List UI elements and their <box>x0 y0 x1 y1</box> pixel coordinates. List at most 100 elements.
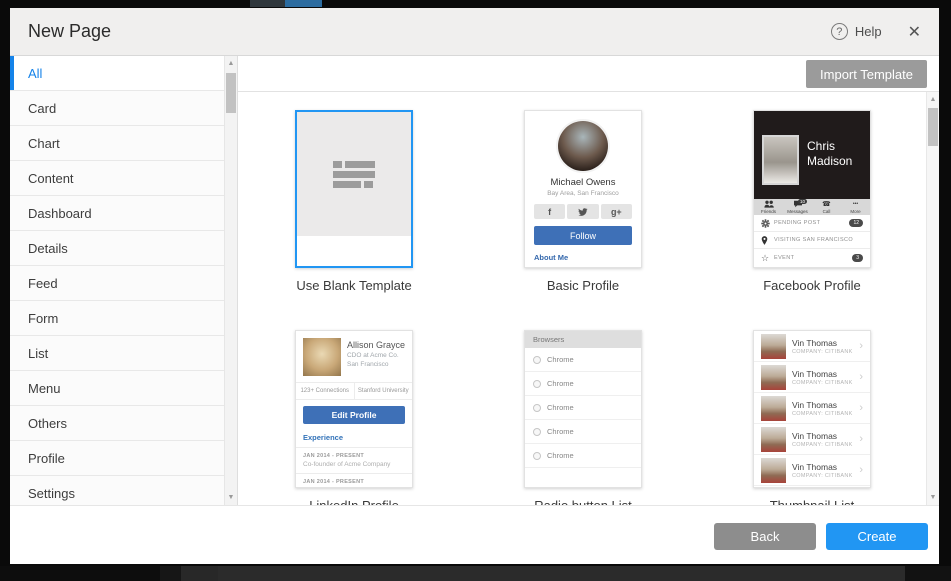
dialog-footer: Back Create <box>10 505 939 564</box>
profile-name: Chris Madison <box>807 139 867 169</box>
background-app-fragment <box>160 566 181 581</box>
avatar <box>761 458 786 483</box>
friends-icon <box>764 201 774 208</box>
sidebar-item-list[interactable]: List <box>10 336 224 371</box>
sidebar-scrollbar[interactable]: ▲ ▼ <box>224 56 237 505</box>
profile-name: Allison Grayce <box>347 340 405 350</box>
dialog-header: New Page ? Help ✕ <box>10 8 939 56</box>
template-label: LinkedIn Profile <box>295 498 413 505</box>
avatar <box>761 427 786 452</box>
profile-location: Bay Area, San Francisco <box>525 190 641 197</box>
avatar <box>558 121 608 171</box>
create-button[interactable]: Create <box>826 523 928 550</box>
template-card-thumbnail-list[interactable]: Vin ThomasCOMPANY: CITIBANK› Vin ThomasC… <box>753 330 871 488</box>
scroll-up-icon[interactable]: ▲ <box>927 96 939 103</box>
profile-photo <box>303 338 341 376</box>
list-item: Vin ThomasCOMPANY: CITIBANK› <box>754 424 870 455</box>
sidebar-item-profile[interactable]: Profile <box>10 441 224 476</box>
radio-icon <box>533 428 541 436</box>
sidebar-item-form[interactable]: Form <box>10 301 224 336</box>
background-app-fragment <box>181 566 218 581</box>
scroll-down-icon[interactable]: ▼ <box>225 494 237 501</box>
template-label: Radio button List <box>524 498 642 505</box>
background-app-fragment <box>0 566 160 581</box>
template-gallery: Import Template <box>238 56 939 505</box>
profile-photo <box>762 135 799 185</box>
template-grid: Use Blank Template Michael Owens Bay Are… <box>238 92 926 505</box>
experience-date: JAN 2014 - PRESENT <box>296 448 412 459</box>
sidebar-item-settings[interactable]: Settings <box>10 476 224 505</box>
scroll-up-icon[interactable]: ▲ <box>225 60 237 67</box>
call-icon: ☎ <box>822 201 831 208</box>
wireframe-icon <box>333 161 375 188</box>
avatar <box>761 396 786 421</box>
background-app-fragment <box>250 0 285 7</box>
sidebar-item-others[interactable]: Others <box>10 406 224 441</box>
gallery-scrollbar-thumb[interactable] <box>928 108 938 146</box>
sidebar-scrollbar-thumb[interactable] <box>226 73 236 113</box>
gallery-toolbar: Import Template <box>238 56 939 92</box>
radio-icon <box>533 404 541 412</box>
scroll-down-icon[interactable]: ▼ <box>927 494 939 501</box>
blank-preview <box>297 112 411 236</box>
radio-icon <box>533 380 541 388</box>
background-app-fragment <box>285 0 322 7</box>
template-label: Thumbnail List <box>753 498 871 505</box>
list-header: Browsers <box>525 331 641 348</box>
sidebar-item-details[interactable]: Details <box>10 231 224 266</box>
chevron-right-icon: › <box>859 433 863 445</box>
category-sidebar: All Card Chart Content Dashboard Details… <box>10 56 238 505</box>
profile-role: CDO at Acme Co. <box>347 352 405 359</box>
chevron-right-icon: › <box>859 340 863 352</box>
template-card-blank[interactable] <box>295 110 413 268</box>
avatar <box>761 334 786 359</box>
template-card-basic-profile[interactable]: Michael Owens Bay Area, San Francisco f … <box>524 110 642 268</box>
sidebar-item-card[interactable]: Card <box>10 91 224 126</box>
template-label: Basic Profile <box>524 278 642 294</box>
back-button[interactable]: Back <box>714 523 816 550</box>
star-icon: ☆ <box>761 254 771 262</box>
more-action: ••• More <box>841 199 870 215</box>
template-card-facebook-profile[interactable]: Chris Madison Friends <box>753 110 871 268</box>
list-item: Vin ThomasCOMPANY: CITIBANK› <box>754 455 870 486</box>
category-list: All Card Chart Content Dashboard Details… <box>10 56 224 505</box>
event-row: ☆ EVENT 3 <box>754 249 870 266</box>
experience-role: Co-founder of Acme Company <box>296 459 412 474</box>
page-title: New Page <box>28 21 111 42</box>
visiting-row: VISITING SAN FRANCISCO <box>754 232 870 249</box>
close-icon[interactable]: ✕ <box>908 22 921 42</box>
google-plus-icon: g+ <box>601 204 632 219</box>
help-icon[interactable]: ? <box>831 23 848 40</box>
template-label: Facebook Profile <box>753 278 871 294</box>
experience-date: JAN 2014 - PRESENT <box>296 474 412 485</box>
follow-button: Follow <box>534 226 632 245</box>
list-item: Chrome <box>525 420 641 444</box>
sidebar-item-all[interactable]: All <box>10 56 224 91</box>
about-me-link: About Me <box>534 253 632 262</box>
chevron-right-icon: › <box>859 371 863 383</box>
experience-heading: Experience <box>296 430 412 448</box>
connections-stat: 123+ Connections <box>296 383 355 399</box>
list-item: Chrome <box>525 348 641 372</box>
list-item: Chrome <box>525 372 641 396</box>
twitter-icon <box>567 204 598 219</box>
sidebar-item-dashboard[interactable]: Dashboard <box>10 196 224 231</box>
gallery-scrollbar[interactable]: ▲ ▼ <box>926 92 939 505</box>
chevron-right-icon: › <box>859 464 863 476</box>
template-card-linkedin-profile[interactable]: Allison Grayce CDO at Acme Co. San Franc… <box>295 330 413 488</box>
profile-location: San Francisco <box>347 361 405 368</box>
sidebar-item-menu[interactable]: Menu <box>10 371 224 406</box>
call-action: ☎ Call <box>812 199 841 215</box>
list-item: Vin ThomasCOMPANY: CITIBANK› <box>754 331 870 362</box>
radio-icon <box>533 452 541 460</box>
profile-name: Michael Owens <box>525 177 641 188</box>
sidebar-item-feed[interactable]: Feed <box>10 266 224 301</box>
import-template-button[interactable]: Import Template <box>806 60 927 88</box>
template-card-radio-list[interactable]: Browsers Chrome Chrome Chrome Chrome Chr… <box>524 330 642 488</box>
background-app-fragment <box>218 566 905 581</box>
help-link[interactable]: Help <box>855 24 882 39</box>
radio-icon <box>533 356 541 364</box>
sidebar-item-chart[interactable]: Chart <box>10 126 224 161</box>
sidebar-item-content[interactable]: Content <box>10 161 224 196</box>
list-item: Vin ThomasCOMPANY: CITIBANK› <box>754 393 870 424</box>
